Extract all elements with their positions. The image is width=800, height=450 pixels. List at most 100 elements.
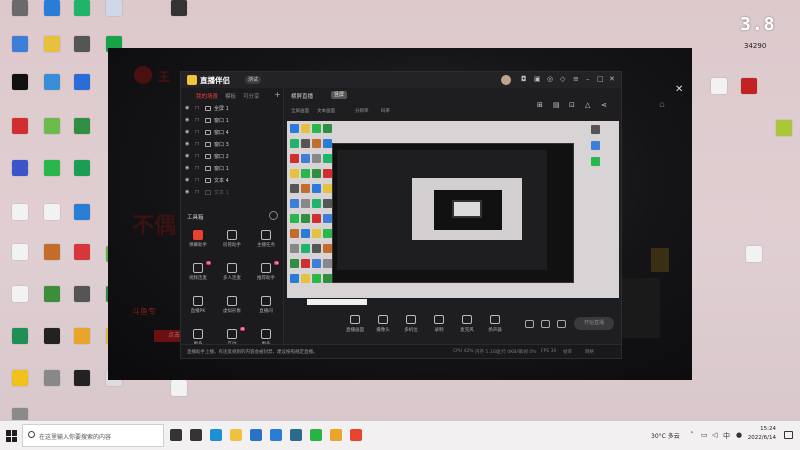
tool-item[interactable]: 推荐助手 N [251,261,281,281]
avatar[interactable] [501,75,511,85]
eye-icon[interactable]: ◉ [185,165,189,171]
control-button[interactable]: 摄像头 [369,315,397,333]
app-icon[interactable] [330,429,342,441]
tab-portrait[interactable]: 竖屏 [331,91,348,99]
eye-icon[interactable]: ◉ [185,141,189,147]
desktop-shortcut[interactable] [6,244,34,262]
mail-icon[interactable] [270,429,282,441]
gift-icon[interactable]: ▣ [534,75,541,83]
clock-time[interactable]: 15:24 [750,426,776,432]
eye-icon[interactable]: ◉ [185,105,189,111]
scene-item[interactable]: ◉ ⊓ 窗口 1 [181,115,284,126]
eye-icon[interactable]: ◉ [185,177,189,183]
store-icon[interactable] [250,429,262,441]
tool-item[interactable]: 虚拟形象 [217,296,247,314]
share-icon[interactable]: ⋖ [601,101,607,109]
desktop-shortcut[interactable] [6,118,34,136]
control-button[interactable]: 录制 [425,315,453,333]
eye-icon[interactable]: ◉ [185,189,189,195]
tool-item[interactable]: 视频连麦 N [183,261,213,281]
desktop-shortcut[interactable] [6,36,34,54]
desktop-shortcut[interactable] [38,328,66,346]
desktop-shortcut[interactable] [38,204,66,222]
desktop-shortcut[interactable] [68,328,96,346]
desktop-shortcut[interactable] [6,370,34,388]
desktop-shortcut[interactable] [770,120,798,138]
desktop-shortcut[interactable] [38,160,66,178]
control-button[interactable]: 多机位 [397,315,425,333]
eye-icon[interactable]: ◉ [185,117,189,123]
desktop-shortcut[interactable] [740,246,768,264]
weather-widget[interactable]: 30°C 多云 [651,431,680,440]
desktop-shortcut[interactable] [68,160,96,178]
add-scene-icon[interactable]: + [274,90,281,99]
control-button[interactable]: 直播画面 [341,315,369,333]
gear-icon[interactable] [557,320,566,328]
preview-canvas[interactable] [287,121,619,306]
desktop-shortcut[interactable] [6,204,34,222]
taskbar-search-box[interactable]: 在这里输入你要搜索的内容 [22,424,164,447]
tool-item[interactable]: 房管助手 [217,230,247,248]
desktop-shortcut[interactable] [68,0,96,18]
menu-icon[interactable]: ≡ [573,75,579,83]
skin-icon[interactable]: ◇ [560,75,565,83]
control-button[interactable]: 麦克风 [453,315,481,333]
camera-toggle-icon[interactable] [525,320,534,328]
desktop-shortcut[interactable] [705,78,733,96]
scene-item[interactable]: ◉ ⊓ 窗口 2 [181,151,284,162]
desktop-shortcut[interactable] [68,244,96,262]
lock-icon[interactable]: ⊓ [195,165,199,171]
desktop-shortcut[interactable] [68,286,96,304]
tray-chevron-icon[interactable]: ˄ [690,431,694,439]
lock-icon[interactable]: ⊓ [195,189,199,195]
clock-date[interactable]: 2022/6/14 [744,435,776,441]
task-view-icon[interactable] [190,429,202,441]
desktop-shortcut[interactable] [38,0,66,18]
desktop-shortcut[interactable] [165,0,193,18]
desktop-shortcut[interactable] [38,244,66,262]
desktop-shortcut[interactable] [165,380,193,398]
toolbox-settings-icon[interactable] [269,211,278,220]
lock-icon[interactable]: ⊓ [195,105,199,111]
scene-item[interactable]: ◉ ⊓ 文本 1 [181,187,284,198]
scene-item[interactable]: ◉ ⊓ 全屏 1 [181,103,284,114]
eye-icon[interactable]: ◉ [185,129,189,135]
lock-icon[interactable]: ⊓ [195,141,199,147]
notification-icon[interactable] [784,431,793,439]
desktop-shortcut[interactable] [735,78,763,96]
minimize-icon[interactable]: – [586,75,590,83]
network-icon[interactable]: ▭ [701,431,708,439]
douyu-icon[interactable] [350,429,362,441]
desktop-shortcut[interactable] [6,286,34,304]
lock-icon[interactable]: ⊓ [195,153,199,159]
ime-icon[interactable]: 中 [723,431,730,441]
control-button[interactable]: 扬声器 [481,315,509,333]
beauty-icon[interactable] [541,320,550,328]
close-icon[interactable]: ✕ [609,75,615,83]
edge-icon[interactable] [210,429,222,441]
maximize-icon[interactable]: □ [597,75,604,83]
tab-shareable[interactable]: 可分享 [243,92,260,100]
desktop-shortcut[interactable] [68,118,96,136]
lock-icon[interactable]: ⊓ [195,177,199,183]
tool-item[interactable]: 直播PK [183,296,213,314]
tab-landscape[interactable]: 横屏直播 [291,92,313,100]
desktop-shortcut[interactable] [6,0,34,18]
start-live-button[interactable]: 开始直播 [574,317,614,330]
bell-icon[interactable]: △ [585,101,590,109]
volume-icon[interactable]: ◁ [712,431,717,439]
tool-item[interactable]: 直播间 [251,296,281,314]
eye-icon[interactable]: ◉ [185,153,189,159]
lock-icon[interactable]: ⊓ [195,129,199,135]
desktop-shortcut[interactable] [6,328,34,346]
cortana-icon[interactable] [170,429,182,441]
start-button[interactable] [6,430,18,442]
app-version-badge[interactable]: 测试 [245,76,262,84]
settings-icon[interactable]: ◎ [547,75,553,83]
desktop-shortcut[interactable] [68,204,96,222]
desktop-shortcut[interactable] [38,74,66,92]
vpn-icon[interactable] [290,429,302,441]
scene-item[interactable]: ◉ ⊓ 文本 4 [181,175,284,186]
desktop-shortcut[interactable] [68,74,96,92]
tab-my-scenes[interactable]: 我的场景 [196,92,218,100]
